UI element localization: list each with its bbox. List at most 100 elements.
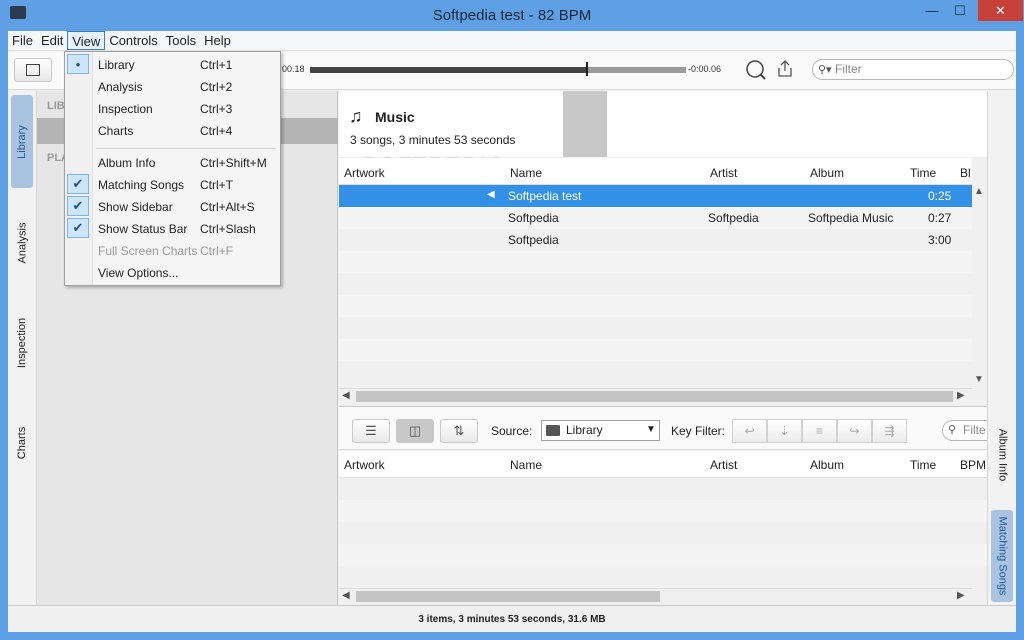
menu-item-library[interactable]: Library [98,58,135,72]
menu-item-view-options[interactable]: View Options... [98,266,178,280]
menu-shortcut: Ctrl+Alt+S [200,200,255,214]
scroll-right-icon[interactable]: ▶ [957,590,965,601]
library-icon [546,425,560,436]
music-header [339,91,987,157]
song-table-vscrollbar[interactable] [972,185,987,390]
column-bpm[interactable]: Bl [960,166,971,180]
key-filter-right-button[interactable]: ↪ [837,419,872,443]
menu-view[interactable]: View [67,31,106,50]
menu-help[interactable]: Help [200,31,235,50]
tab-library[interactable]: Library [11,95,33,188]
menu-item-show-status-bar[interactable]: Show Status Bar [98,222,187,236]
scroll-left-icon[interactable]: ◀ [342,390,350,401]
scroll-up-icon[interactable]: ▲ [974,186,984,197]
progress-handle[interactable] [586,62,588,76]
hscroll-thumb[interactable] [356,591,660,602]
maximize-button[interactable]: ☐ [946,0,974,21]
column-name[interactable]: Name [510,458,542,472]
column-album[interactable]: Album [810,458,844,472]
key-filter-down-button[interactable]: ⇣ [767,419,802,443]
progress-remaining [588,67,686,73]
menu-shortcut: Ctrl+3 [200,102,233,116]
menu-shortcut: Ctrl+1 [200,58,233,72]
library-section-heading: LIB [47,100,65,112]
menu-item-album-info[interactable]: Album Info [98,156,155,170]
column-bpm[interactable]: BPM [960,458,986,472]
checkmark-icon: ✔ [67,196,89,216]
equals-icon: ≡ [815,424,823,438]
column-artwork[interactable]: Artwork [344,458,385,472]
song-artist: Softpedia [708,211,759,225]
empty-row [339,339,972,361]
menu-shortcut: Ctrl+F [200,244,233,258]
matching-table-header [339,451,987,478]
window-title: Softpedia test - 82 BPM [432,7,592,24]
menu-bar: File Edit View Controls Tools Help [8,31,1016,51]
column-album[interactable]: Album [810,166,844,180]
checkmark-icon: ✔ [67,174,89,194]
key-filter-all-button[interactable]: ⇶ [872,419,907,443]
status-bar: 3 items, 3 minutes 53 seconds, 31.6 MB [8,605,1016,632]
menu-shortcut: Ctrl+4 [200,124,233,138]
sort-button[interactable]: ⇅ [440,419,478,443]
table-row[interactable]: ◀ Softpedia test 0:25 [339,185,972,207]
menu-shortcut: Ctrl+Shift+M [200,156,267,170]
tab-album-info[interactable]: Album Info [991,420,1013,490]
minimize-button[interactable]: — [918,0,946,21]
hscroll-thumb[interactable] [356,391,953,402]
menu-edit[interactable]: Edit [37,31,67,50]
column-artist[interactable]: Artist [710,166,737,180]
menu-item-analysis[interactable]: Analysis [98,80,143,94]
tab-charts[interactable]: Charts [11,410,33,475]
key-filter-label: Key Filter: [671,424,726,438]
column-time[interactable]: Time [910,458,936,472]
menu-item-matching-songs[interactable]: Matching Songs [98,178,184,192]
arrow-right-icon: ↪ [849,424,860,438]
menu-item-inspection[interactable]: Inspection [98,102,153,116]
table-row[interactable]: Softpedia Softpedia Softpedia Music 0:27 [339,207,972,229]
music-note-icon: ♫ [349,106,363,126]
scroll-right-icon[interactable]: ▶ [957,390,965,401]
scroll-down-icon[interactable]: ▼ [974,374,984,385]
menu-file[interactable]: File [8,31,37,50]
empty-row [339,478,987,500]
song-table-header [339,158,972,185]
tab-album-info-label: Album Info [996,428,1008,482]
arrow-left-icon: ↩ [744,424,755,438]
tab-analysis-label: Analysis [16,222,28,263]
filter-input[interactable]: Filter [812,59,1014,80]
empty-row [339,361,972,388]
tab-analysis[interactable]: Analysis [11,205,33,280]
menu-item-show-sidebar[interactable]: Show Sidebar [98,200,173,214]
arrow-down-icon: ⇣ [779,424,790,438]
tab-matching-songs[interactable]: Matching Songs [991,510,1013,602]
table-row[interactable]: Softpedia 3:00 [339,229,972,251]
share-icon[interactable] [776,59,794,79]
compare-button[interactable]: ◫ [396,419,434,443]
speaker-icon: ◀ [487,189,495,200]
column-time[interactable]: Time [910,166,936,180]
column-artist[interactable]: Artist [710,458,737,472]
key-filter-same-button[interactable]: ≡ [802,419,837,443]
empty-row [339,295,972,317]
menu-item-charts[interactable]: Charts [98,124,133,138]
key-filter-left-button[interactable]: ↩ [732,419,767,443]
column-artwork[interactable]: Artwork [344,166,385,180]
sidebar-toggle-button[interactable] [14,58,52,82]
tab-matching-songs-label: Matching Songs [996,516,1009,596]
tab-inspection[interactable]: Inspection [11,305,33,380]
empty-row [339,317,972,339]
song-time: 0:27 [928,211,952,225]
tab-library-label: Library [16,124,28,159]
close-button[interactable]: ✕ [978,0,1023,21]
settings-sliders-button[interactable]: ☰ [352,419,390,443]
zoom-icon[interactable] [744,58,768,82]
menu-item-full-screen-charts: Full Screen Charts [98,244,198,258]
song-album: Softpedia Music [808,211,894,225]
menu-controls[interactable]: Controls [105,31,161,50]
menu-tools[interactable]: Tools [162,31,200,50]
scroll-left-icon[interactable]: ◀ [342,590,350,601]
column-name[interactable]: Name [510,166,542,180]
checkmark-icon: ✔ [67,218,89,238]
song-name: Softpedia [508,233,559,247]
